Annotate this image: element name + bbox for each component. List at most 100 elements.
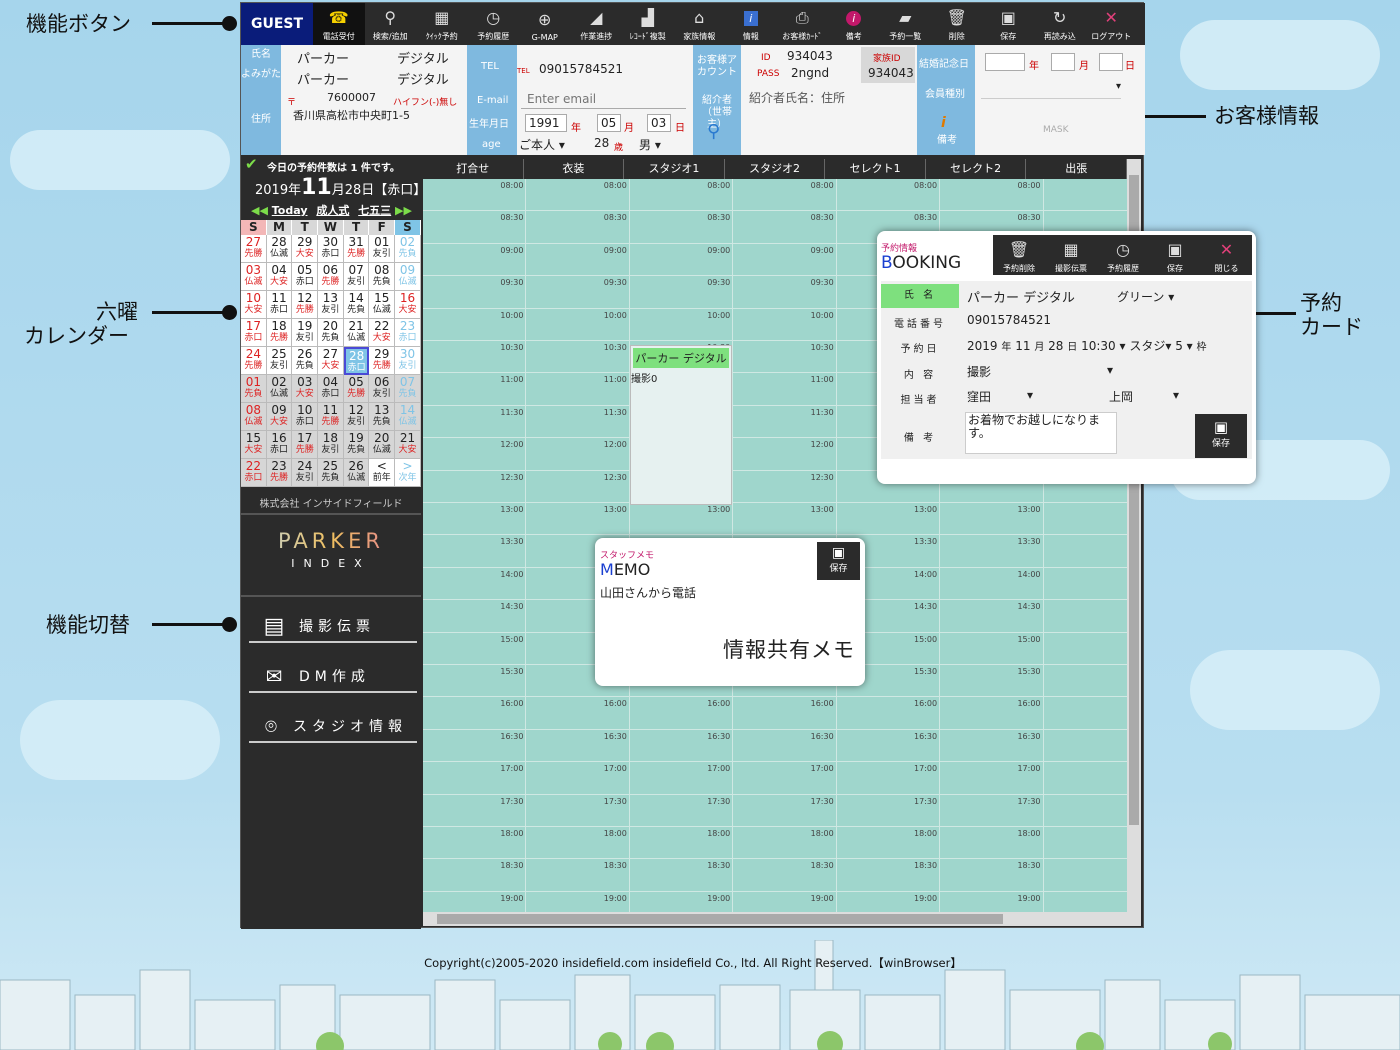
calendar-day[interactable]: 12 友引 [343, 403, 370, 431]
family-info-button[interactable]: ⌂ 家族情報 [674, 3, 726, 45]
time-slot[interactable]: 08:00 [733, 179, 837, 211]
calendar-day[interactable]: 20 仏滅 [369, 431, 396, 459]
time-slot[interactable]: 17:30 [733, 794, 837, 826]
calendar-day[interactable]: 06 友引 [369, 375, 396, 403]
booking-studio-select[interactable]: スタジ▾ [1129, 339, 1171, 353]
address-field[interactable]: 香川県高松市中央町1-5 [293, 107, 410, 123]
prev-month-icon[interactable]: ◀◀ [251, 204, 268, 217]
time-slot[interactable]: 17:00 [526, 762, 630, 794]
calendar-day[interactable]: 06 先勝 [318, 263, 344, 291]
calendar-day[interactable]: 04 赤口 [318, 375, 344, 403]
booking-name-field[interactable]: パーカー デジタル [967, 287, 1075, 306]
time-slot[interactable]: 12:30 [423, 470, 527, 502]
calendar-day[interactable]: 14 仏滅 [395, 403, 421, 431]
time-slot[interactable] [1044, 503, 1127, 534]
calendar-day[interactable]: 26 仏滅 [343, 459, 370, 487]
booking-note-field[interactable]: お着物でお越しになります。 [965, 412, 1117, 454]
time-slot[interactable]: 08:00 [837, 179, 941, 211]
calendar-day[interactable]: 07 友引 [343, 263, 370, 291]
calendar-day[interactable]: 02 先負 [395, 235, 421, 263]
calendar-day[interactable]: 13 先負 [369, 403, 396, 431]
nav-shichigosan-link[interactable]: 七五三 [358, 204, 391, 217]
calendar-day[interactable]: 30 赤口 [318, 235, 344, 263]
calendar-day[interactable]: 14 先負 [343, 291, 370, 319]
time-slot[interactable] [1044, 697, 1127, 728]
time-slot[interactable]: 14:00 [423, 567, 527, 600]
time-slot[interactable]: 16:30 [630, 729, 734, 762]
time-slot[interactable]: 11:00 [423, 373, 527, 405]
birth-year-field[interactable]: 1991 [525, 114, 567, 132]
time-slot[interactable]: 09:00 [733, 243, 837, 276]
calendar-day[interactable]: 20 先負 [318, 319, 344, 347]
calendar-day[interactable]: 03 仏滅 [241, 263, 267, 291]
referrer-field[interactable]: 紹介者氏名：住所 [749, 89, 845, 106]
time-slot[interactable]: 09:30 [733, 276, 837, 308]
tel-field[interactable]: 09015784521 [539, 62, 623, 76]
time-slot[interactable] [1044, 600, 1127, 631]
time-slot[interactable]: 12:00 [423, 438, 527, 470]
calendar-day[interactable]: 11 先勝 [318, 403, 344, 431]
time-slot[interactable]: 08:30 [733, 211, 837, 243]
calendar-day[interactable]: 16 赤口 [266, 431, 293, 459]
zip-field[interactable]: 7600007 [327, 91, 376, 104]
calendar-day[interactable]: 26 先負 [292, 347, 319, 375]
time-slot[interactable]: 08:00 [423, 179, 527, 211]
note-icon[interactable]: i [941, 115, 946, 131]
time-slot[interactable]: 08:30 [630, 211, 734, 243]
next-year-button[interactable]: > 次年 [395, 459, 421, 487]
horizontal-scrollbar[interactable] [423, 912, 1141, 926]
calendar-day[interactable]: 15 大安 [241, 431, 267, 459]
scroll-thumb[interactable] [437, 914, 1003, 924]
calendar-day[interactable]: 08 仏滅 [241, 403, 267, 431]
time-slot[interactable]: 11:30 [733, 405, 837, 438]
save-button[interactable]: ▣ 保存 [983, 3, 1035, 45]
birth-month-field[interactable]: 05 [597, 114, 621, 132]
time-slot[interactable] [1044, 179, 1127, 210]
booking-delete-button[interactable]: 🗑 予約削除 [993, 235, 1045, 277]
time-slot[interactable]: 14:00 [940, 567, 1044, 600]
time-slot[interactable]: 14:30 [423, 600, 527, 632]
relation-select[interactable]: ご本人 ▾ [519, 136, 565, 153]
time-slot[interactable]: 17:30 [837, 794, 941, 826]
calendar-day[interactable]: 09 仏滅 [395, 263, 421, 291]
memo-save-button[interactable]: ▣ 保存 [817, 542, 860, 580]
time-slot[interactable]: 19:00 [733, 891, 837, 912]
time-slot[interactable]: 17:30 [526, 794, 630, 826]
time-slot[interactable]: 16:00 [940, 697, 1044, 729]
time-slot[interactable]: 17:00 [837, 762, 941, 794]
time-slot[interactable]: 18:00 [423, 827, 527, 859]
time-slot[interactable]: 11:00 [526, 373, 630, 405]
calendar-day[interactable]: 19 友引 [292, 319, 319, 347]
time-slot[interactable]: 17:00 [630, 762, 734, 794]
delete-button[interactable]: 🗑 削除 [931, 3, 983, 45]
anniversary-day-input[interactable] [1099, 53, 1123, 71]
time-slot[interactable]: 13:00 [423, 503, 527, 535]
time-slot[interactable]: 08:00 [630, 179, 734, 211]
time-slot[interactable]: 13:30 [940, 535, 1044, 567]
time-slot[interactable]: 09:00 [526, 243, 630, 276]
time-slot[interactable]: 11:30 [526, 405, 630, 438]
time-slot[interactable] [1044, 892, 1127, 912]
time-slot[interactable]: 08:30 [423, 211, 527, 243]
time-slot[interactable]: 18:30 [423, 859, 527, 891]
booking-history-button[interactable]: ◷ 予約履歴 [468, 3, 520, 45]
calendar-day[interactable]: 29 大安 [292, 235, 319, 263]
studio-info-button[interactable]: ⌾ スタジオ情報 [249, 711, 417, 743]
gmap-button[interactable]: ⊕ G-MAP [519, 3, 571, 45]
calendar-day[interactable]: 03 大安 [292, 375, 319, 403]
next-month-icon[interactable]: ▶▶ [395, 204, 412, 217]
logout-button[interactable]: ✕ ログアウト [1086, 3, 1138, 45]
time-slot[interactable]: 11:30 [423, 405, 527, 438]
time-slot[interactable]: 17:00 [940, 762, 1044, 794]
booking-content-select[interactable]: 撮影 ▾ [967, 363, 1113, 380]
anniversary-year-input[interactable] [985, 53, 1025, 71]
time-slot[interactable]: 10:00 [526, 308, 630, 340]
time-slot[interactable]: 13:00 [733, 503, 837, 535]
booking-note-save-button[interactable]: ▣ 保存 [1195, 414, 1247, 458]
time-slot[interactable] [1044, 859, 1127, 890]
time-slot[interactable]: 16:30 [940, 729, 1044, 762]
time-slot[interactable]: 18:30 [733, 859, 837, 891]
booking-close-button[interactable]: ✕ 閉じる [1201, 235, 1252, 277]
time-slot[interactable] [1044, 633, 1127, 664]
calendar-day[interactable]: 22 赤口 [241, 459, 267, 487]
